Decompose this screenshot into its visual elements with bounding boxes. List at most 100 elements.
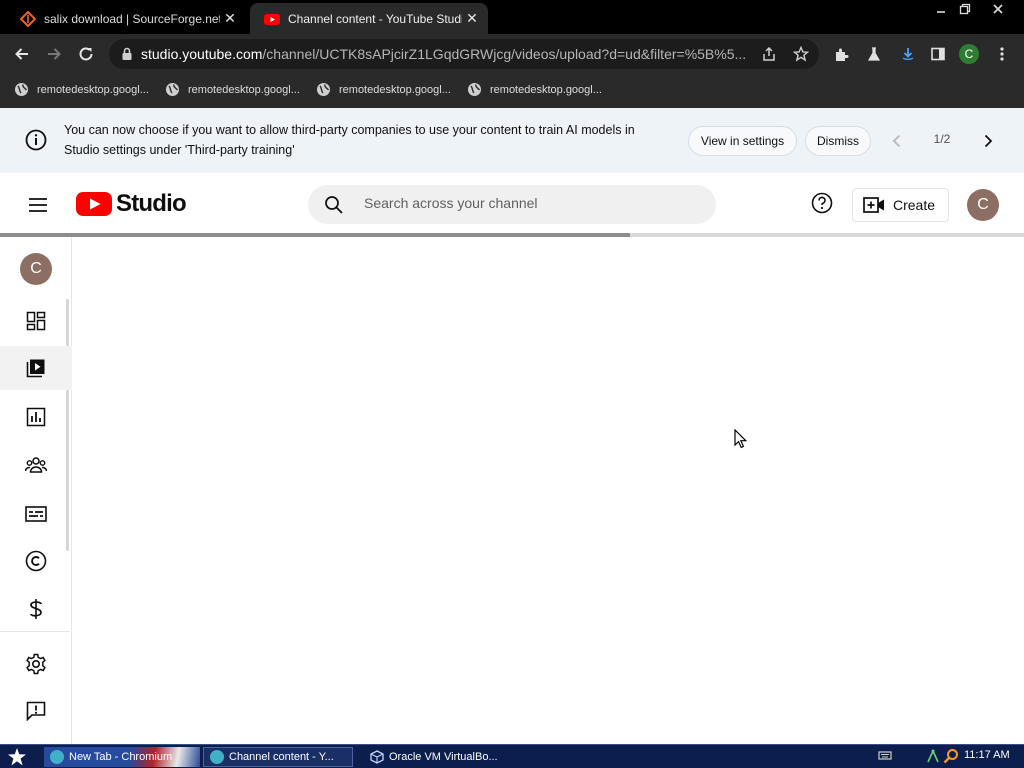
studio-sidebar: C bbox=[0, 237, 72, 744]
forward-icon[interactable] bbox=[42, 42, 66, 66]
bookmark-label: remotedesktop.googl... bbox=[188, 83, 300, 96]
taskbar-label: Oracle VM VirtualBo... bbox=[389, 751, 498, 763]
bookmark-item[interactable]: remotedesktop.googl... bbox=[165, 82, 300, 97]
globe-icon bbox=[14, 82, 29, 97]
subtitles-icon bbox=[25, 506, 47, 522]
youtube-logo-icon bbox=[76, 191, 112, 217]
account-avatar[interactable]: C bbox=[967, 189, 999, 221]
window-close-icon[interactable] bbox=[983, 0, 1013, 18]
bookmarks-bar: remotedesktop.googl... remotedesktop.goo… bbox=[0, 74, 1024, 108]
sidebar-item-content[interactable] bbox=[0, 346, 72, 390]
labs-flask-icon[interactable] bbox=[862, 42, 886, 66]
channel-avatar[interactable]: C bbox=[20, 253, 52, 285]
search-input[interactable]: Search across your channel bbox=[364, 195, 538, 211]
mouse-cursor-icon bbox=[734, 429, 747, 449]
create-label: Create bbox=[893, 197, 936, 213]
tab-title: Channel content - YouTube Studio bbox=[288, 11, 462, 26]
tab-sourceforge[interactable]: salix download | SourceForge.net ✕ bbox=[6, 3, 246, 34]
virtualbox-icon bbox=[370, 750, 384, 764]
side-panel-icon[interactable] bbox=[926, 42, 950, 66]
taskbar-label: Channel content - Y... bbox=[229, 751, 334, 763]
tab-youtube-studio[interactable]: Channel content - YouTube Studio ✕ bbox=[250, 3, 488, 34]
studio-header: Studio Search across your channel Create… bbox=[0, 173, 1024, 235]
sidebar-item-feedback[interactable] bbox=[0, 689, 72, 733]
earn-icon bbox=[29, 598, 43, 620]
bookmark-label: remotedesktop.googl... bbox=[339, 83, 451, 96]
search-box[interactable]: Search across your channel bbox=[308, 185, 716, 224]
banner-pagination: 1/2 bbox=[933, 132, 951, 146]
help-icon[interactable] bbox=[810, 191, 834, 215]
youtube-icon bbox=[264, 11, 280, 27]
chromium-icon bbox=[50, 750, 64, 764]
globe-icon bbox=[316, 82, 331, 97]
restore-icon[interactable] bbox=[950, 0, 980, 18]
gear-icon bbox=[25, 653, 47, 675]
lock-icon[interactable] bbox=[121, 47, 133, 61]
address-bar[interactable]: studio.youtube.com/channel/UCTK8sAPjcirZ… bbox=[109, 39, 819, 69]
create-button[interactable]: Create bbox=[852, 188, 949, 222]
feedback-icon bbox=[26, 701, 46, 721]
chevron-left-icon[interactable] bbox=[886, 130, 908, 152]
network-icon[interactable] bbox=[926, 748, 940, 764]
profile-avatar[interactable]: C bbox=[959, 44, 979, 64]
extensions-icon[interactable] bbox=[830, 42, 854, 66]
dismiss-button[interactable]: Dismiss bbox=[805, 126, 871, 156]
bookmark-label: remotedesktop.googl... bbox=[37, 83, 149, 96]
close-tab-icon[interactable]: ✕ bbox=[220, 9, 240, 29]
globe-icon bbox=[165, 82, 180, 97]
close-tab-icon[interactable]: ✕ bbox=[462, 9, 482, 29]
reload-icon[interactable] bbox=[74, 42, 98, 66]
tab-title: salix download | SourceForge.net bbox=[44, 11, 220, 26]
sidebar-item-subtitles[interactable] bbox=[0, 492, 72, 536]
kebab-menu-icon[interactable] bbox=[990, 42, 1014, 66]
search-tray-icon[interactable] bbox=[943, 748, 959, 764]
view-in-settings-button[interactable]: View in settings bbox=[688, 126, 797, 156]
download-icon[interactable] bbox=[896, 42, 920, 66]
sidebar-divider bbox=[0, 631, 70, 632]
bookmark-label: remotedesktop.googl... bbox=[490, 83, 602, 96]
sidebar-item-settings[interactable] bbox=[0, 642, 72, 686]
sidebar-item-dashboard[interactable] bbox=[0, 299, 72, 343]
banner-message: You can now choose if you want to allow … bbox=[64, 123, 635, 157]
create-video-icon bbox=[863, 196, 885, 214]
info-icon bbox=[24, 128, 48, 152]
channel-content-area bbox=[72, 237, 1024, 744]
url-path: /channel/UCTK8sAPjcirZ1LGqdGRWjcg/videos… bbox=[262, 46, 747, 62]
browser-tab-strip: salix download | SourceForge.net ✕ Chann… bbox=[0, 0, 1024, 34]
taskbar-clock: 11:17 AM bbox=[964, 749, 1010, 761]
dashboard-icon bbox=[26, 311, 46, 331]
third-party-training-banner: You can now choose if you want to allow … bbox=[0, 108, 1024, 173]
taskbar-item-virtualbox[interactable]: Oracle VM VirtualBo... bbox=[364, 747, 514, 767]
logo-text: Studio bbox=[116, 190, 187, 217]
content-icon bbox=[26, 358, 46, 378]
youtube-studio-logo[interactable]: Studio bbox=[76, 190, 187, 218]
sourceforge-icon bbox=[20, 10, 36, 27]
analytics-icon bbox=[26, 407, 46, 427]
share-icon[interactable] bbox=[761, 46, 777, 62]
url-text[interactable]: studio.youtube.com/channel/UCTK8sAPjcirZ… bbox=[141, 46, 751, 62]
bookmark-star-icon[interactable] bbox=[793, 46, 809, 62]
browser-toolbar: studio.youtube.com/channel/UCTK8sAPjcirZ… bbox=[0, 34, 1024, 74]
community-icon bbox=[25, 456, 47, 474]
bookmark-item[interactable]: remotedesktop.googl... bbox=[316, 82, 451, 97]
bookmark-item[interactable]: remotedesktop.googl... bbox=[467, 82, 602, 97]
sidebar-item-earn[interactable] bbox=[0, 587, 72, 631]
keyboard-icon[interactable] bbox=[878, 748, 892, 762]
search-icon[interactable] bbox=[324, 195, 344, 215]
chromium-icon bbox=[210, 750, 224, 764]
back-icon[interactable] bbox=[10, 42, 34, 66]
start-menu-icon[interactable] bbox=[6, 747, 28, 767]
chevron-right-icon[interactable] bbox=[977, 130, 999, 152]
taskbar-label: New Tab - Chromium bbox=[69, 751, 173, 763]
taskbar-item-new-tab[interactable]: New Tab - Chromium bbox=[44, 747, 200, 767]
globe-icon bbox=[467, 82, 482, 97]
sidebar-item-community[interactable] bbox=[0, 443, 72, 487]
hamburger-menu-icon[interactable] bbox=[26, 193, 50, 217]
copyright-icon bbox=[25, 550, 47, 572]
taskbar-item-channel-content[interactable]: Channel content - Y... bbox=[203, 747, 353, 767]
url-host: studio.youtube.com bbox=[141, 46, 263, 62]
bookmark-item[interactable]: remotedesktop.googl... bbox=[14, 82, 149, 97]
os-taskbar: New Tab - Chromium Channel content - Y..… bbox=[0, 744, 1024, 768]
sidebar-item-copyright[interactable] bbox=[0, 539, 72, 583]
sidebar-item-analytics[interactable] bbox=[0, 395, 72, 439]
